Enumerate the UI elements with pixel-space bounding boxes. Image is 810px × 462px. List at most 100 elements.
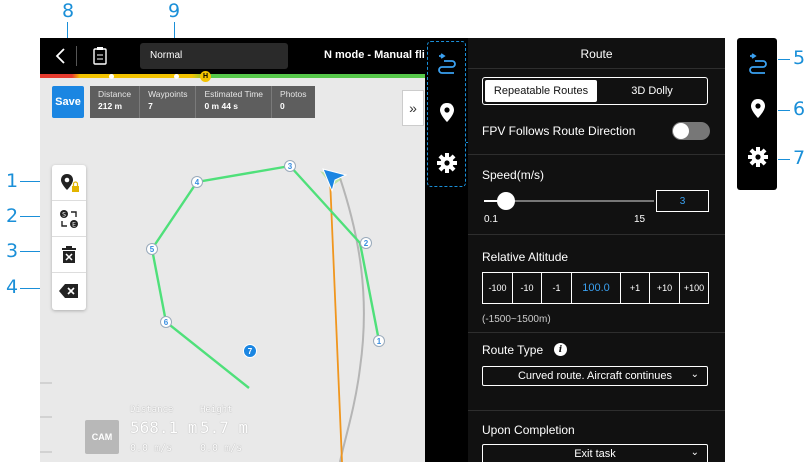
mode-dropdown[interactable]: Normal xyxy=(140,43,288,69)
chevron-down-icon: ⌄ xyxy=(690,369,699,380)
altitude-label: Relative Altitude xyxy=(482,250,569,264)
route-icon[interactable] xyxy=(436,52,458,74)
callout-8: 8 xyxy=(62,0,75,22)
altitude-minus-1[interactable]: -1 xyxy=(542,273,572,303)
waypoint-2-marker[interactable]: 2 xyxy=(360,237,372,249)
home-marker: H xyxy=(200,71,211,82)
callout-5: 5 xyxy=(793,47,806,69)
callout-1: 1 xyxy=(6,170,19,192)
stat-distance-value: 212 m xyxy=(98,101,123,111)
app-screen: 1 2 3 4 5 6 7 Normal N mode - Manual fli… xyxy=(40,38,725,462)
home-position-marker xyxy=(109,74,114,79)
callout-4: 4 xyxy=(6,276,19,298)
altitude-plus-1[interactable]: +1 xyxy=(621,273,650,303)
stat-time-label: Estimated Time xyxy=(204,89,264,99)
callout-7: 7 xyxy=(793,147,806,169)
camera-view-label: CAM xyxy=(91,432,113,442)
stat-photos: Photos 0 xyxy=(272,86,314,118)
fpv-follows-label: FPV Follows Route Direction xyxy=(482,124,636,138)
callout-5-line xyxy=(778,59,790,60)
route-stats-panel: Distance 212 m Waypoints 7 Estimated Time 0… xyxy=(90,86,315,118)
osd-distance-label: Distance xyxy=(130,405,174,415)
save-button[interactable]: Save xyxy=(52,86,84,118)
completion-dropdown[interactable]: Exit task ⌄ xyxy=(482,444,708,462)
stat-waypoints: Waypoints 7 xyxy=(140,86,197,118)
waypoint-pin-icon[interactable] xyxy=(749,98,767,120)
panel-title-divider xyxy=(468,68,725,69)
info-icon[interactable]: i xyxy=(554,343,567,356)
speed-min-label: 0.1 xyxy=(484,214,498,225)
tab-3d-dolly[interactable]: 3D Dolly xyxy=(597,80,707,102)
backspace-icon xyxy=(59,284,78,298)
delete-icon xyxy=(62,245,76,263)
add-waypoint-tool[interactable] xyxy=(52,165,86,201)
callout-9: 9 xyxy=(168,0,181,22)
panel-title: Route xyxy=(580,47,613,61)
altitude-range-label: (-1500~1500m) xyxy=(482,314,551,325)
reverse-route-icon: SE xyxy=(60,209,78,228)
aircraft-position-marker xyxy=(174,74,179,79)
settings-gear-icon[interactable] xyxy=(747,146,769,168)
divider xyxy=(468,332,725,333)
callout-6: 6 xyxy=(793,98,806,120)
altitude-stepper: -100 -10 -1 100.0 +1 +10 +100 xyxy=(482,272,709,304)
battery-status-bar xyxy=(40,74,440,78)
camera-view-button[interactable]: CAM xyxy=(85,420,119,454)
speed-input[interactable]: 3 xyxy=(656,190,709,212)
speed-slider-knob[interactable] xyxy=(497,192,516,210)
stat-time-value: 0 m 44 s xyxy=(204,101,239,111)
callout-2: 2 xyxy=(6,205,19,227)
waypoint-6-marker[interactable]: 6 xyxy=(160,316,172,328)
waypoint-4-marker[interactable]: 4 xyxy=(191,176,203,188)
completion-value: Exit task xyxy=(574,448,616,460)
divider xyxy=(468,154,725,155)
chevron-left-icon[interactable] xyxy=(54,47,68,65)
divider xyxy=(468,410,725,411)
route-type-value: Curved route. Aircraft continues xyxy=(517,370,673,382)
reverse-route-tool[interactable]: SE xyxy=(52,201,86,237)
waypoint-7-marker[interactable]: 7 xyxy=(243,344,257,358)
route-icon[interactable] xyxy=(747,52,769,74)
osd-speed-vertical: 0.0 m/s xyxy=(200,443,243,454)
altitude-minus-100[interactable]: -100 xyxy=(483,273,513,303)
svg-text:S: S xyxy=(62,211,66,218)
divider xyxy=(76,46,77,66)
tab-repeatable-routes[interactable]: Repeatable Routes xyxy=(485,80,597,102)
speed-slider-track[interactable] xyxy=(484,192,654,210)
expand-panel-button[interactable]: » xyxy=(402,90,424,126)
stat-time: Estimated Time 0 m 44 s xyxy=(196,86,273,118)
speed-max-label: 15 xyxy=(634,214,646,225)
svg-text:E: E xyxy=(72,221,76,228)
osd-height-value: 5.7 m xyxy=(200,418,249,437)
altitude-plus-100[interactable]: +100 xyxy=(680,273,708,303)
flight-mode-label: N mode - Manual fli xyxy=(324,49,425,61)
route-settings-panel: Route Repeatable Routes 3D Dolly FPV Fol… xyxy=(468,38,725,462)
stat-waypoints-label: Waypoints xyxy=(148,89,188,99)
altitude-value-input[interactable]: 100.0 xyxy=(572,273,621,303)
speed-label: Speed(m/s) xyxy=(482,168,545,182)
delete-tool[interactable] xyxy=(52,237,86,273)
mode-dropdown-label: Normal xyxy=(150,50,183,61)
chevron-down-icon: ⌄ xyxy=(690,447,699,458)
osd-distance-value: 568.1 m xyxy=(130,418,198,437)
stat-distance: Distance 212 m xyxy=(90,86,141,118)
panel-side-tabs xyxy=(425,38,468,462)
route-type-tabs: Repeatable Routes 3D Dolly xyxy=(482,77,708,105)
sidebar-zoom xyxy=(737,38,777,190)
stat-photos-value: 0 xyxy=(280,101,285,111)
clipboard-icon[interactable] xyxy=(92,46,108,66)
altitude-minus-10[interactable]: -10 xyxy=(513,273,542,303)
waypoint-5-marker[interactable]: 5 xyxy=(146,243,158,255)
route-type-label: Route Type xyxy=(482,343,544,357)
toggle-knob xyxy=(673,123,689,139)
stat-distance-label: Distance xyxy=(98,89,132,99)
waypoint-3-marker[interactable]: 3 xyxy=(284,160,296,172)
fpv-follows-toggle[interactable] xyxy=(672,122,710,140)
backspace-tool[interactable] xyxy=(52,273,86,309)
waypoint-1-marker[interactable]: 1 xyxy=(373,335,385,347)
divider xyxy=(468,234,725,235)
waypoint-pin-icon[interactable] xyxy=(438,102,456,124)
settings-gear-icon[interactable] xyxy=(436,152,458,174)
altitude-plus-10[interactable]: +10 xyxy=(650,273,680,303)
route-type-dropdown[interactable]: Curved route. Aircraft continues ⌄ xyxy=(482,366,708,386)
